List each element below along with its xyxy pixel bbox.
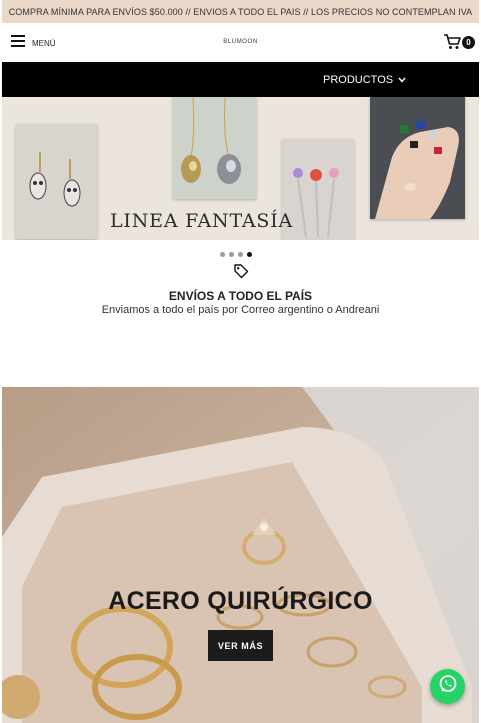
chevron-down-icon [398, 74, 406, 86]
whatsapp-icon [438, 674, 458, 699]
whatsapp-button[interactable] [430, 669, 465, 704]
hero-slider[interactable]: LINEA FANTASÍA [2, 97, 479, 240]
slider-dot[interactable] [238, 252, 243, 257]
hero-slide-title: LINEA FANTASÍA [110, 210, 294, 232]
nav-products[interactable]: PRODUCTOS [323, 62, 406, 97]
page-frame: COMPRA MÍNIMA PARA ENVÍOS $50.000 // ENV… [2, 0, 479, 723]
slider-dot[interactable] [220, 252, 225, 257]
necklace-photo [173, 97, 256, 199]
announcement-bar: COMPRA MÍNIMA PARA ENVÍOS $50.000 // ENV… [2, 0, 479, 23]
slider-dot-active[interactable] [247, 252, 252, 257]
banner-title: ACERO QUIRÚRGICO [108, 587, 373, 615]
shipping-title: ENVÍOS A TODO EL PAÍS [168, 289, 313, 303]
site-logo[interactable]: BLUMOON [2, 39, 479, 45]
site-header: MENÚ BLUMOON 0 [2, 23, 479, 62]
shipping-subtitle: Enviamos a todo el país por Correo argen… [101, 304, 380, 316]
announcement-text: COMPRA MÍNIMA PARA ENVÍOS $50.000 // ENV… [8, 6, 473, 17]
see-more-button[interactable]: VER MÁS [208, 630, 273, 661]
cart-button[interactable]: 0 [443, 33, 475, 51]
slider-dots [220, 252, 252, 257]
nav-bar: PRODUCTOS [2, 62, 479, 97]
slider-dot[interactable] [229, 252, 234, 257]
tag-icon [233, 263, 249, 284]
cart-count-badge: 0 [462, 36, 475, 49]
cart-icon [443, 33, 461, 55]
earrings-photo [16, 124, 97, 239]
nav-products-label: PRODUCTOS [323, 73, 394, 86]
rings-photo [370, 97, 465, 219]
banner-image[interactable] [2, 387, 479, 723]
